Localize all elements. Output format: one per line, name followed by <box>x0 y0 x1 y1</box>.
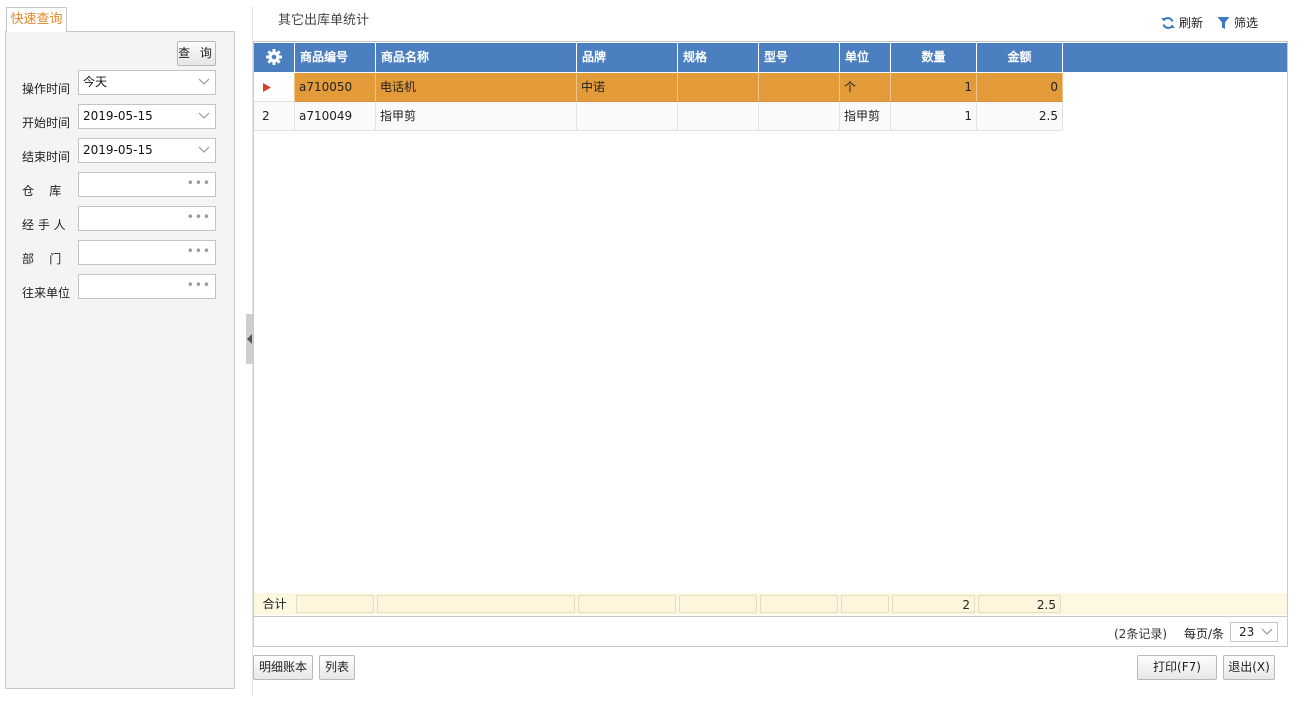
field-label-operation-time: 操作时间 <box>22 82 71 96</box>
field-label-department: 部 门 <box>22 252 62 266</box>
cell-model <box>759 73 840 102</box>
start-time-value: 2019-05-15 <box>83 109 153 123</box>
column-header-brand[interactable]: 品牌 <box>577 43 678 72</box>
summary-cell <box>760 595 838 613</box>
current-row-arrow-icon <box>263 83 271 92</box>
column-settings-button[interactable] <box>254 43 295 72</box>
more-dots-icon[interactable]: ••• <box>187 241 211 261</box>
exit-button[interactable]: 退出(X) <box>1223 655 1275 680</box>
column-header-qty[interactable]: 数量 <box>891 43 977 72</box>
summary-qty: 2 <box>892 595 975 613</box>
end-time-select[interactable]: 2019-05-15 <box>78 138 216 163</box>
collapse-left-icon <box>247 334 252 344</box>
cell-brand <box>577 102 678 131</box>
grid-header: 商品编号 商品名称 品牌 规格 型号 单位 数量 金额 <box>254 43 1287 72</box>
cell-model <box>759 102 840 131</box>
cell-unit: 指甲剪 <box>840 102 891 131</box>
cell-spec <box>678 73 759 102</box>
list-button[interactable]: 列表 <box>319 655 355 680</box>
gear-icon <box>266 49 282 65</box>
end-time-value: 2019-05-15 <box>83 143 153 157</box>
column-header-model[interactable]: 型号 <box>759 43 840 72</box>
more-dots-icon[interactable]: ••• <box>187 275 211 295</box>
page-title: 其它出库单统计 <box>278 13 370 28</box>
summary-cell <box>377 595 575 613</box>
collapse-panel-handle[interactable] <box>246 314 253 364</box>
cell-code: a710049 <box>295 102 376 131</box>
handler-picker[interactable]: ••• <box>78 206 216 231</box>
refresh-label: 刷新 <box>1179 16 1204 30</box>
field-label-handler: 经 手 人 <box>22 218 66 232</box>
summary-label: 合计 <box>254 595 295 613</box>
cell-spec <box>678 102 759 131</box>
partner-picker[interactable]: ••• <box>78 274 216 299</box>
chevron-down-icon <box>198 78 210 85</box>
column-header-code[interactable]: 商品编号 <box>295 43 376 72</box>
warehouse-picker[interactable]: ••• <box>78 172 216 197</box>
print-button[interactable]: 打印(F7) <box>1137 655 1217 680</box>
field-label-start-time: 开始时间 <box>22 116 71 130</box>
cell-amount: 2.5 <box>977 102 1063 131</box>
page-size-select[interactable]: 23 <box>1230 622 1278 642</box>
summary-row: 合计 2 2.5 <box>254 593 1287 615</box>
summary-cell <box>841 595 889 613</box>
filter-icon <box>1217 16 1230 29</box>
data-grid: 商品编号 商品名称 品牌 规格 型号 单位 数量 金额 a710050 电话机 … <box>253 41 1288 647</box>
summary-cell <box>679 595 757 613</box>
more-dots-icon[interactable]: ••• <box>187 173 211 193</box>
field-label-partner: 往来单位 <box>22 286 71 300</box>
field-label-warehouse: 仓 库 <box>22 184 62 198</box>
row-number: 2 <box>254 102 295 131</box>
column-header-name[interactable]: 商品名称 <box>376 43 577 72</box>
chevron-down-icon <box>198 146 210 153</box>
summary-cell <box>296 595 374 613</box>
cell-name: 电话机 <box>376 73 577 102</box>
filter-label: 筛选 <box>1234 16 1259 30</box>
page-size-value: 23 <box>1239 625 1255 639</box>
cell-qty: 1 <box>891 102 977 131</box>
detail-ledger-button[interactable]: 明细账本 <box>253 655 313 680</box>
refresh-button[interactable]: 刷新 <box>1161 14 1203 31</box>
cell-code: a710050 <box>295 73 376 102</box>
filter-button[interactable]: 筛选 <box>1217 14 1258 31</box>
summary-cell <box>578 595 676 613</box>
start-time-select[interactable]: 2019-05-15 <box>78 104 216 129</box>
chevron-down-icon <box>198 112 210 119</box>
refresh-icon <box>1161 16 1175 29</box>
quick-query-panel: 查 询 操作时间 今天 开始时间 2019-05-15 结束时间 2019-05… <box>5 31 235 689</box>
field-label-end-time: 结束时间 <box>22 150 71 164</box>
tab-quick-query[interactable]: 快速查询 <box>6 7 67 32</box>
column-header-amount[interactable]: 金额 <box>977 43 1063 72</box>
chevron-down-icon <box>1261 628 1273 635</box>
cell-qty: 1 <box>891 73 977 102</box>
operation-time-value: 今天 <box>83 75 108 89</box>
pager: (2条记录) 每页/条 23 <box>254 616 1287 646</box>
cell-name: 指甲剪 <box>376 102 577 131</box>
cell-amount: 0 <box>977 73 1063 102</box>
department-picker[interactable]: ••• <box>78 240 216 265</box>
per-page-label: 每页/条 <box>1184 627 1225 641</box>
query-button[interactable]: 查 询 <box>177 41 216 66</box>
more-dots-icon[interactable]: ••• <box>187 207 211 227</box>
summary-amount: 2.5 <box>978 595 1061 613</box>
column-header-unit[interactable]: 单位 <box>840 43 891 72</box>
record-count: (2条记录) <box>1114 627 1167 641</box>
table-row[interactable]: 2 a710049 指甲剪 指甲剪 1 2.5 <box>254 102 1063 131</box>
operation-time-select[interactable]: 今天 <box>78 70 216 95</box>
column-header-spec[interactable]: 规格 <box>678 43 759 72</box>
cell-brand: 中诺 <box>577 73 678 102</box>
cell-unit: 个 <box>840 73 891 102</box>
table-row[interactable]: a710050 电话机 中诺 个 1 0 <box>254 73 1063 102</box>
row-indicator <box>254 73 295 102</box>
